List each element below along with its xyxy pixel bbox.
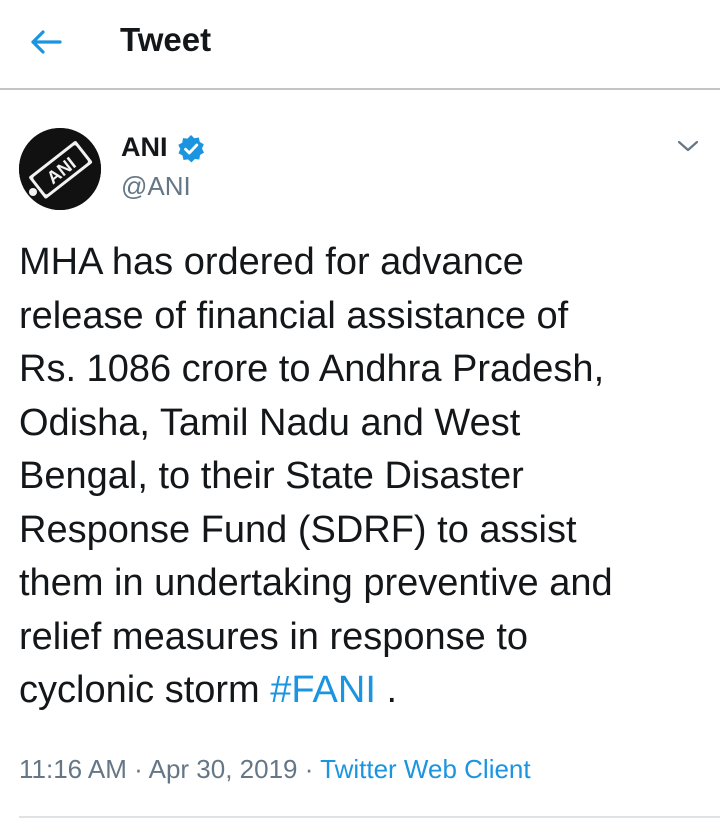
hashtag-link[interactable]: #FANI	[270, 669, 376, 711]
meta-separator: ·	[297, 754, 321, 784]
tweet-text-line: MHA has ordered for advance	[19, 241, 524, 283]
ani-logo: ANI	[19, 128, 101, 210]
arrow-left-icon	[31, 30, 62, 54]
tweet-text-line: Bengal, to their State Disaster	[19, 455, 524, 497]
tweet-text-line-suffix: .	[375, 669, 398, 711]
tweet-metadata: 11:16 AM · Apr 30, 2019 · Twitter Web Cl…	[19, 752, 531, 786]
tweet-text-line: Odisha, Tamil Nadu and West	[19, 401, 521, 444]
chevron-down-icon	[677, 140, 699, 152]
tweet-text-line: Response Fund (SDRF) to assist	[19, 508, 577, 551]
back-button[interactable]	[22, 20, 70, 64]
tweet-text-line: release of financial assistance of	[19, 294, 569, 337]
app-header: Tweet	[0, 0, 720, 90]
tweet-time: 11:16 AM	[19, 754, 127, 784]
tweet-text-line: Rs. 1086 crore to Andhra Pradesh,	[19, 348, 605, 390]
verified-badge-icon	[178, 135, 204, 163]
tweet-text: MHA has ordered for advance release of f…	[19, 236, 709, 718]
tweet-client-link[interactable]: Twitter Web Client	[320, 754, 530, 784]
tweet-text-line: relief measures in response to	[19, 615, 529, 658]
more-options-button[interactable]	[674, 132, 702, 160]
avatar[interactable]: ANI	[19, 128, 101, 210]
tweet-text-line-prefix: cyclonic storm	[19, 669, 271, 711]
divider	[19, 816, 720, 818]
page-title: Tweet	[120, 21, 212, 58]
author-handle[interactable]: @ANI	[121, 170, 191, 202]
author-name[interactable]: ANI	[121, 130, 168, 164]
tweet-date: Apr 30, 2019	[148, 754, 298, 784]
meta-separator: ·	[126, 754, 149, 784]
tweet-text-line: them in undertaking preventive and	[19, 562, 613, 604]
